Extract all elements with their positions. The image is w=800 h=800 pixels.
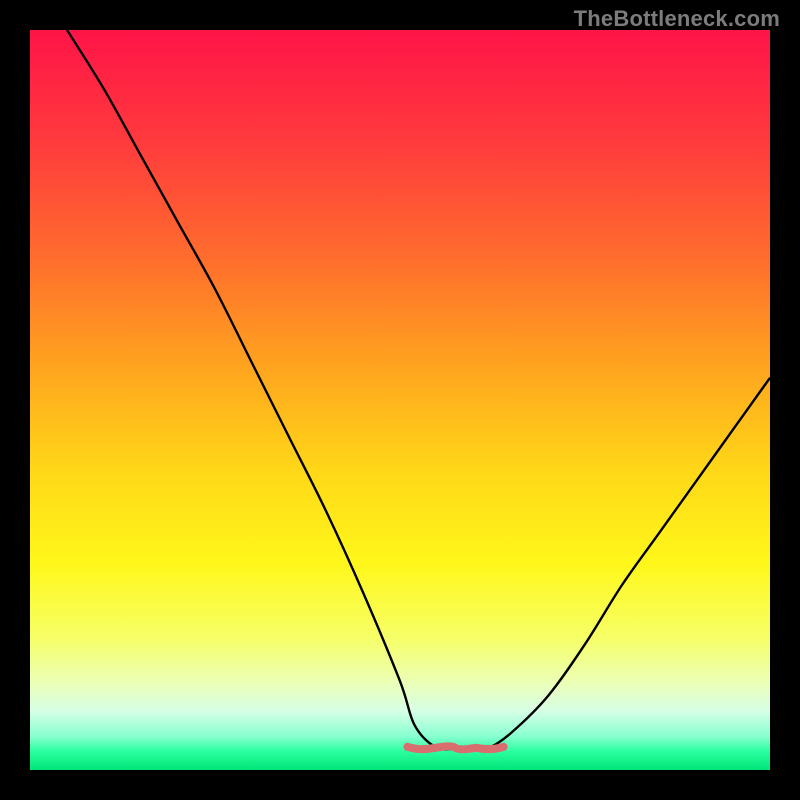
watermark-text: TheBottleneck.com — [574, 6, 780, 32]
plot-area — [30, 30, 770, 770]
background-gradient — [30, 30, 770, 770]
chart-frame: TheBottleneck.com — [0, 0, 800, 800]
